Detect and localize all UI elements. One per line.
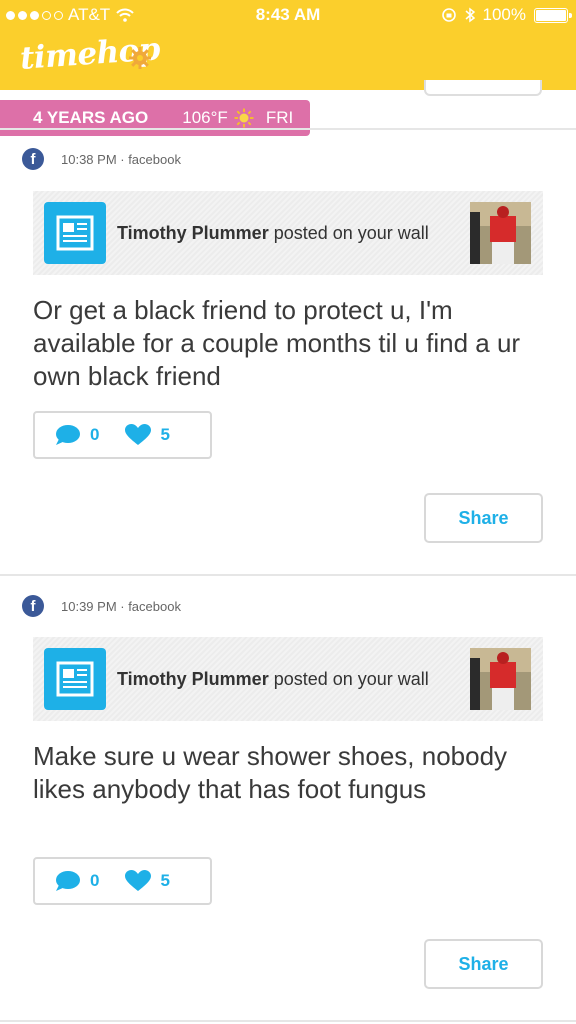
rotation-lock-icon	[441, 8, 456, 22]
divider	[0, 1020, 576, 1022]
likes-count[interactable]: 5	[125, 870, 170, 892]
years-ago-label: 4 YEARS AGO	[33, 108, 149, 127]
battery-percent: 100%	[482, 5, 526, 24]
wall-post-box[interactable]: Timothy Plummer posted on your wall	[33, 191, 543, 275]
status-icons: 100%	[441, 5, 572, 25]
comments-count[interactable]: 0	[55, 870, 99, 892]
share-button[interactable]: Share	[424, 493, 543, 543]
post-meta: f 10:39 PM · facebook	[22, 595, 181, 617]
divider	[0, 574, 576, 576]
share-button[interactable]: Share	[424, 939, 543, 989]
post-time: 10:38 PM · facebook	[61, 151, 181, 167]
previous-share-button-edge	[424, 80, 542, 96]
post-stats: 0 5	[33, 411, 212, 459]
sun-icon	[234, 108, 254, 128]
wall-author: Timothy Plummer	[117, 223, 269, 243]
bluetooth-icon	[465, 7, 475, 23]
newspaper-icon	[44, 202, 106, 264]
heart-icon	[125, 870, 152, 891]
post-time: 10:39 PM · facebook	[61, 598, 181, 614]
facebook-icon: f	[22, 148, 44, 170]
wall-post-box[interactable]: Timothy Plummer posted on your wall	[33, 637, 543, 721]
day-label: FRI	[265, 108, 294, 127]
status-bar: AT&T 8:43 AM 100%	[0, 0, 576, 30]
wall-author: Timothy Plummer	[117, 669, 269, 689]
author-avatar	[470, 648, 531, 710]
wall-post-description: Timothy Plummer posted on your wall	[117, 223, 429, 244]
comments-count[interactable]: 0	[55, 424, 99, 446]
gear-icon[interactable]	[128, 46, 152, 70]
facebook-icon: f	[22, 595, 44, 617]
wall-action: posted on your wall	[268, 223, 429, 243]
comment-bubble-icon	[56, 425, 80, 445]
author-avatar	[470, 202, 531, 264]
newspaper-icon	[44, 648, 106, 710]
post-meta: f 10:38 PM · facebook	[22, 148, 181, 170]
likes-count[interactable]: 5	[125, 424, 170, 446]
comment-bubble-icon	[56, 871, 80, 891]
wall-action: posted on your wall	[268, 669, 429, 689]
post-text: Or get a black friend to protect u, I'm …	[33, 295, 521, 391]
wall-post-description: Timothy Plummer posted on your wall	[117, 669, 429, 690]
battery-icon	[534, 7, 572, 23]
divider	[0, 128, 576, 130]
post-text: Make sure u wear shower shoes, nobody li…	[33, 741, 508, 804]
temperature-label: 106°F	[182, 108, 228, 127]
app-header: AT&T 8:43 AM 100% timehop	[0, 0, 576, 90]
post-stats: 0 5	[33, 857, 212, 905]
heart-icon	[125, 424, 152, 445]
date-ribbon: 4 YEARS AGO 106°F FRI	[0, 100, 310, 136]
